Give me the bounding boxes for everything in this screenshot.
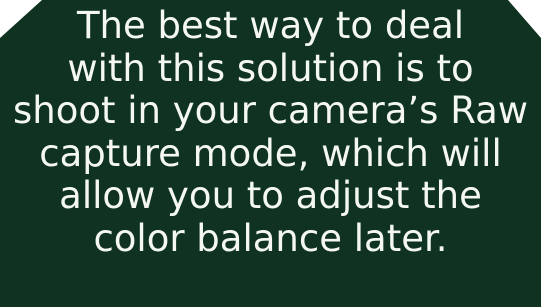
pullquote-line-2: with this solution is to (67, 46, 474, 90)
pullquote-line-4: capture mode, which will (39, 131, 502, 175)
pullquote-canvas: The best way to deal with this solution … (0, 0, 541, 307)
pullquote-text: The best way to deal with this solution … (0, 4, 541, 260)
pullquote-line-1: The best way to deal (76, 4, 465, 47)
pullquote-line-6: color balance later. (93, 216, 448, 260)
pullquote-line-5: allow you to adjust the (59, 174, 482, 217)
pullquote-line-3: shoot in your camera’s Raw (12, 89, 529, 132)
